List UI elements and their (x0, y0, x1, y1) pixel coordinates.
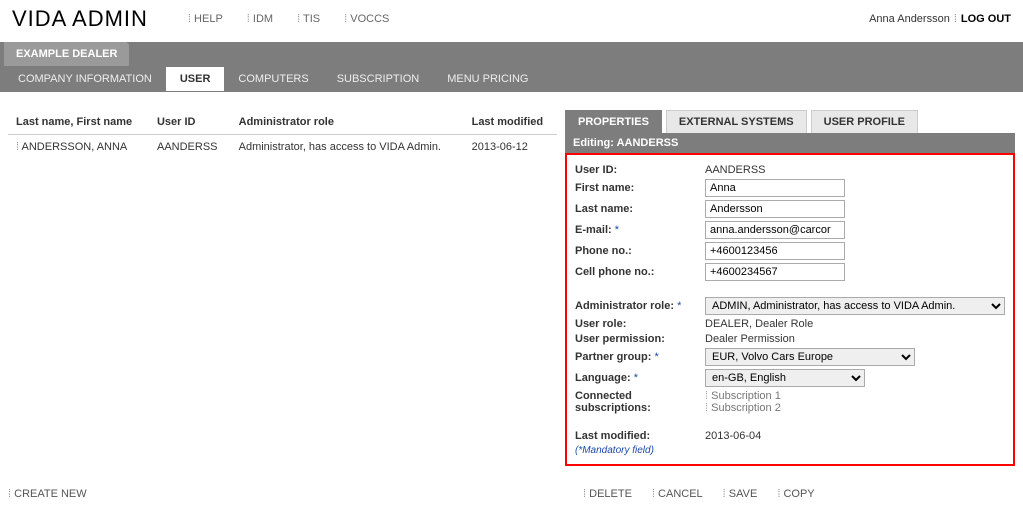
tab-computers[interactable]: COMPUTERS (224, 67, 322, 91)
tab-menu-pricing[interactable]: MENU PRICING (433, 67, 542, 91)
create-new-link[interactable]: CREATE NEW (8, 488, 87, 500)
label-adminrole: Administrator role: * (575, 300, 705, 312)
label-email: E-mail: * (575, 224, 705, 236)
copy-button[interactable]: COPY (777, 488, 814, 500)
save-button[interactable]: SAVE (723, 488, 758, 500)
label-userid: User ID: (575, 164, 705, 176)
tab-subscription[interactable]: SUBSCRIPTION (323, 67, 434, 91)
value-userrole: DEALER, Dealer Role (705, 318, 813, 330)
nav-voccs[interactable]: VOCCS (344, 13, 389, 25)
label-language: Language: * (575, 372, 705, 384)
properties-panel: User ID: AANDERSS First name: Last name:… (565, 153, 1015, 466)
input-phone[interactable] (705, 242, 845, 260)
select-language[interactable]: en-GB, English (705, 369, 865, 387)
label-userrole: User role: (575, 318, 705, 330)
value-permission: Dealer Permission (705, 333, 795, 345)
col-name[interactable]: Last name, First name (8, 110, 149, 135)
cell-modified: 2013-06-12 (464, 135, 557, 160)
table-row[interactable]: ANDERSSON, ANNA AANDERSS Administrator, … (8, 135, 557, 160)
nav-tis[interactable]: TIS (297, 13, 320, 25)
user-table: Last name, First name User ID Administra… (8, 110, 557, 159)
tab-company-information[interactable]: COMPANY INFORMATION (4, 67, 166, 91)
nav-idm[interactable]: IDM (247, 13, 273, 25)
col-role[interactable]: Administrator role (231, 110, 464, 135)
subtab-user-profile[interactable]: USER PROFILE (811, 110, 918, 133)
subtab-properties[interactable]: PROPERTIES (565, 110, 662, 133)
mandatory-note: (*Mandatory field) (575, 445, 1005, 456)
dots-icon: ⁞ (954, 13, 957, 25)
select-partner[interactable]: EUR, Volvo Cars Europe (705, 348, 915, 366)
logout-link[interactable]: LOG OUT (961, 13, 1011, 25)
label-permission: User permission: (575, 333, 705, 345)
value-userid: AANDERSS (705, 164, 766, 176)
input-lastname[interactable] (705, 200, 845, 218)
col-userid[interactable]: User ID (149, 110, 231, 135)
dealer-tab[interactable]: EXAMPLE DEALER (4, 42, 129, 66)
label-partner: Partner group: * (575, 351, 705, 363)
input-email[interactable] (705, 221, 845, 239)
current-user: Anna Andersson (869, 13, 950, 25)
label-lastname: Last name: (575, 203, 705, 215)
value-modified: 2013-06-04 (705, 430, 761, 442)
subscription-link-1[interactable]: Subscription 1 (705, 390, 781, 402)
cell-name: ANDERSSON, ANNA (8, 135, 149, 160)
label-modified: Last modified: (575, 430, 705, 442)
select-adminrole[interactable]: ADMIN, Administrator, has access to VIDA… (705, 297, 1005, 315)
col-modified[interactable]: Last modified (464, 110, 557, 135)
cancel-button[interactable]: CANCEL (652, 488, 703, 500)
nav-help[interactable]: HELP (188, 13, 223, 25)
input-firstname[interactable] (705, 179, 845, 197)
subtab-external-systems[interactable]: EXTERNAL SYSTEMS (666, 110, 807, 133)
cell-role: Administrator, has access to VIDA Admin. (231, 135, 464, 160)
input-cellphone[interactable] (705, 263, 845, 281)
cell-userid: AANDERSS (149, 135, 231, 160)
tab-user[interactable]: USER (166, 67, 225, 91)
editing-bar: Editing: AANDERSS (565, 133, 1015, 153)
label-phone: Phone no.: (575, 245, 705, 257)
label-cellphone: Cell phone no.: (575, 266, 705, 278)
label-connected: Connected subscriptions: (575, 390, 705, 414)
label-firstname: First name: (575, 182, 705, 194)
delete-button[interactable]: DELETE (583, 488, 632, 500)
brand-logo: VIDA ADMIN (12, 6, 148, 32)
subscription-link-2[interactable]: Subscription 2 (705, 402, 781, 414)
